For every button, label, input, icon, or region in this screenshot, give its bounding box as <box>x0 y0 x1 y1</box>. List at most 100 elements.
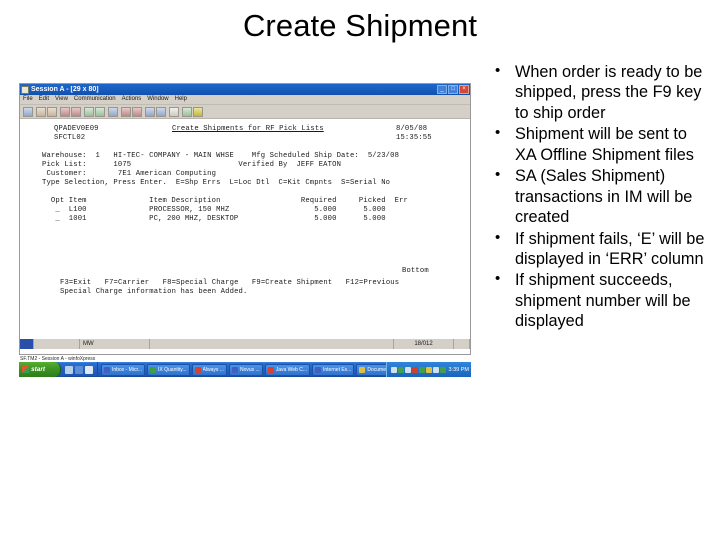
status-blank-1 <box>34 339 80 349</box>
message-line: Special Charge information has been Adde… <box>60 288 248 296</box>
keypad-icon[interactable] <box>108 106 118 117</box>
toolbar-group-6 <box>121 106 142 117</box>
bullet-icon: • <box>495 270 501 288</box>
toolbar-group-9 <box>182 106 203 117</box>
table-header: Opt Item Item Description Required Picke… <box>42 197 408 205</box>
internet-explorer-window-icon <box>315 366 321 373</box>
list-item: • SA (Sales Shipment) transactions in IM… <box>489 166 711 227</box>
selection-line: Type Selection, Press Enter. E=Shp Errs … <box>42 179 391 187</box>
excel-icon <box>150 366 157 373</box>
settings-icon[interactable] <box>145 106 155 117</box>
menu-item-communication[interactable]: Communication <box>74 96 116 103</box>
tray-printer-icon[interactable] <box>432 366 439 373</box>
tray-network-icon[interactable] <box>397 366 404 373</box>
taskbar-button[interactable]: IX Quantity... <box>147 363 190 376</box>
list-item: • If shipment fails, ‘E’ will be display… <box>489 229 711 270</box>
internet-explorer-icon[interactable] <box>75 365 83 374</box>
task-button-list: Inbox - Micr... IX Quantity... Always ..… <box>98 363 386 376</box>
taskbar-button[interactable]: Document ... <box>356 363 386 376</box>
customer-line: Customer: 7E1 American Computing <box>42 170 217 178</box>
java-icon <box>267 366 274 373</box>
toolbar-group-7 <box>145 106 166 117</box>
start-button-label: start <box>31 366 46 373</box>
device-id: QPADEV0E09 <box>54 125 99 133</box>
print-screen-icon[interactable] <box>71 106 81 117</box>
status-indicator <box>20 339 34 349</box>
new-session-icon[interactable] <box>23 106 33 117</box>
close-icon[interactable]: × <box>459 85 469 94</box>
toolbar-group-1 <box>23 106 33 117</box>
taskbar-button[interactable]: Always ... <box>191 363 227 376</box>
tray-messenger-icon[interactable] <box>439 366 446 373</box>
taskbar: start Inbox - Micr... IX Quantity... Alw… <box>19 362 471 377</box>
acrobat-icon <box>194 366 201 373</box>
copy-icon[interactable] <box>36 106 46 117</box>
help-icon[interactable] <box>182 106 192 117</box>
show-desktop-icon[interactable] <box>65 365 73 374</box>
menu-item-window[interactable]: Window <box>147 96 168 103</box>
list-item: • When order is ready to be shipped, pre… <box>489 62 711 123</box>
paste-icon[interactable] <box>47 106 57 117</box>
quick-help-icon[interactable] <box>193 106 203 117</box>
list-item-text: Shipment will be sent to XA Offline Ship… <box>515 125 694 164</box>
menu-item-actions[interactable]: Actions <box>122 96 142 103</box>
windows-taskbar-region: SF.TM2 - Session A - winfoXpress start I… <box>19 356 471 377</box>
status-bar: MW 18/012 <box>20 338 470 349</box>
maximize-icon[interactable]: □ <box>448 85 458 94</box>
taskbar-button[interactable]: Novus ... <box>228 363 263 376</box>
page-title: Create Shipment <box>242 8 478 43</box>
bottom-marker: Bottom <box>402 267 429 275</box>
toolbar-group-3 <box>60 106 81 117</box>
window-title-bar: Session A - [29 x 80] _ □ × <box>20 84 470 95</box>
list-item-text: If shipment succeeds, shipment number wi… <box>515 271 691 331</box>
send-file-icon[interactable] <box>84 106 94 117</box>
terminal-emulator-window: Session A - [29 x 80] _ □ × File Edit Vi… <box>19 83 471 355</box>
menu-item-view[interactable]: View <box>55 96 68 103</box>
minimize-icon[interactable]: _ <box>437 85 447 94</box>
receive-file-icon[interactable] <box>95 106 105 117</box>
media-player-icon[interactable] <box>85 365 93 374</box>
taskbar-button-label: Inbox - Micr... <box>112 366 143 373</box>
status-blank-2 <box>150 339 394 349</box>
list-item-text: If shipment fails, ‘E’ will be displayed… <box>515 229 705 268</box>
status-mode: MW <box>80 339 150 349</box>
explorer-window-icon <box>231 366 238 373</box>
table-row: _ 1001 PC, 200 MHZ, DESKTOP 5.000 5.000 <box>42 215 386 223</box>
list-item-text: SA (Sales Shipment) transactions in IM w… <box>515 167 693 227</box>
taskbar-button-label: Always ... <box>202 366 224 373</box>
start-button[interactable]: start <box>19 362 61 377</box>
tray-antivirus-icon[interactable] <box>411 366 418 373</box>
bullet-icon: • <box>495 62 501 79</box>
play-macro-icon[interactable] <box>132 106 142 117</box>
bullet-icon: • <box>495 124 501 142</box>
bullet-icon: • <box>495 228 501 246</box>
taskbar-button[interactable]: Internet Ex... <box>312 363 355 376</box>
tray-alert-icon[interactable] <box>425 366 432 373</box>
quick-launch-bar <box>61 362 98 377</box>
tray-volume-icon[interactable] <box>404 366 411 373</box>
record-macro-icon[interactable] <box>121 106 131 117</box>
menu-item-file[interactable]: File <box>23 96 33 103</box>
toolbar-group-8 <box>169 106 179 117</box>
colors-icon[interactable] <box>156 106 166 117</box>
tray-icon-1[interactable] <box>390 366 397 373</box>
index-icon[interactable] <box>169 106 179 117</box>
terminal-screen[interactable]: QPADEV0E09 Create Shipments for RF Pick … <box>20 119 470 338</box>
menu-item-edit[interactable]: Edit <box>39 96 49 103</box>
table-row: _ L100 PROCESSOR, 150 MHZ 5.000 5.000 <box>42 206 386 214</box>
tray-sync-icon[interactable] <box>418 366 425 373</box>
pick-list-line: Pick List: 1075 Verified By JEFF EATON <box>42 161 342 169</box>
status-blank-3 <box>454 339 470 349</box>
system-tray: 3:39 PM <box>385 362 471 377</box>
list-item-text: When order is ready to be shipped, press… <box>515 63 703 122</box>
taskbar-button[interactable]: Java Web C... <box>264 363 310 376</box>
cursor-position: 18/012 <box>394 339 454 349</box>
taskbar-button[interactable]: Inbox - Micr... <box>101 363 146 376</box>
menu-item-help[interactable]: Help <box>175 96 187 103</box>
print-icon[interactable] <box>60 106 70 117</box>
document-icon <box>359 366 366 373</box>
taskbar-button-label: Internet Ex... <box>323 366 352 373</box>
taskbar-clock[interactable]: 3:39 PM <box>447 367 469 373</box>
toolbar <box>20 105 470 119</box>
function-keys: F3=Exit F7=Carrier F8=Special Charge F9=… <box>60 279 400 287</box>
